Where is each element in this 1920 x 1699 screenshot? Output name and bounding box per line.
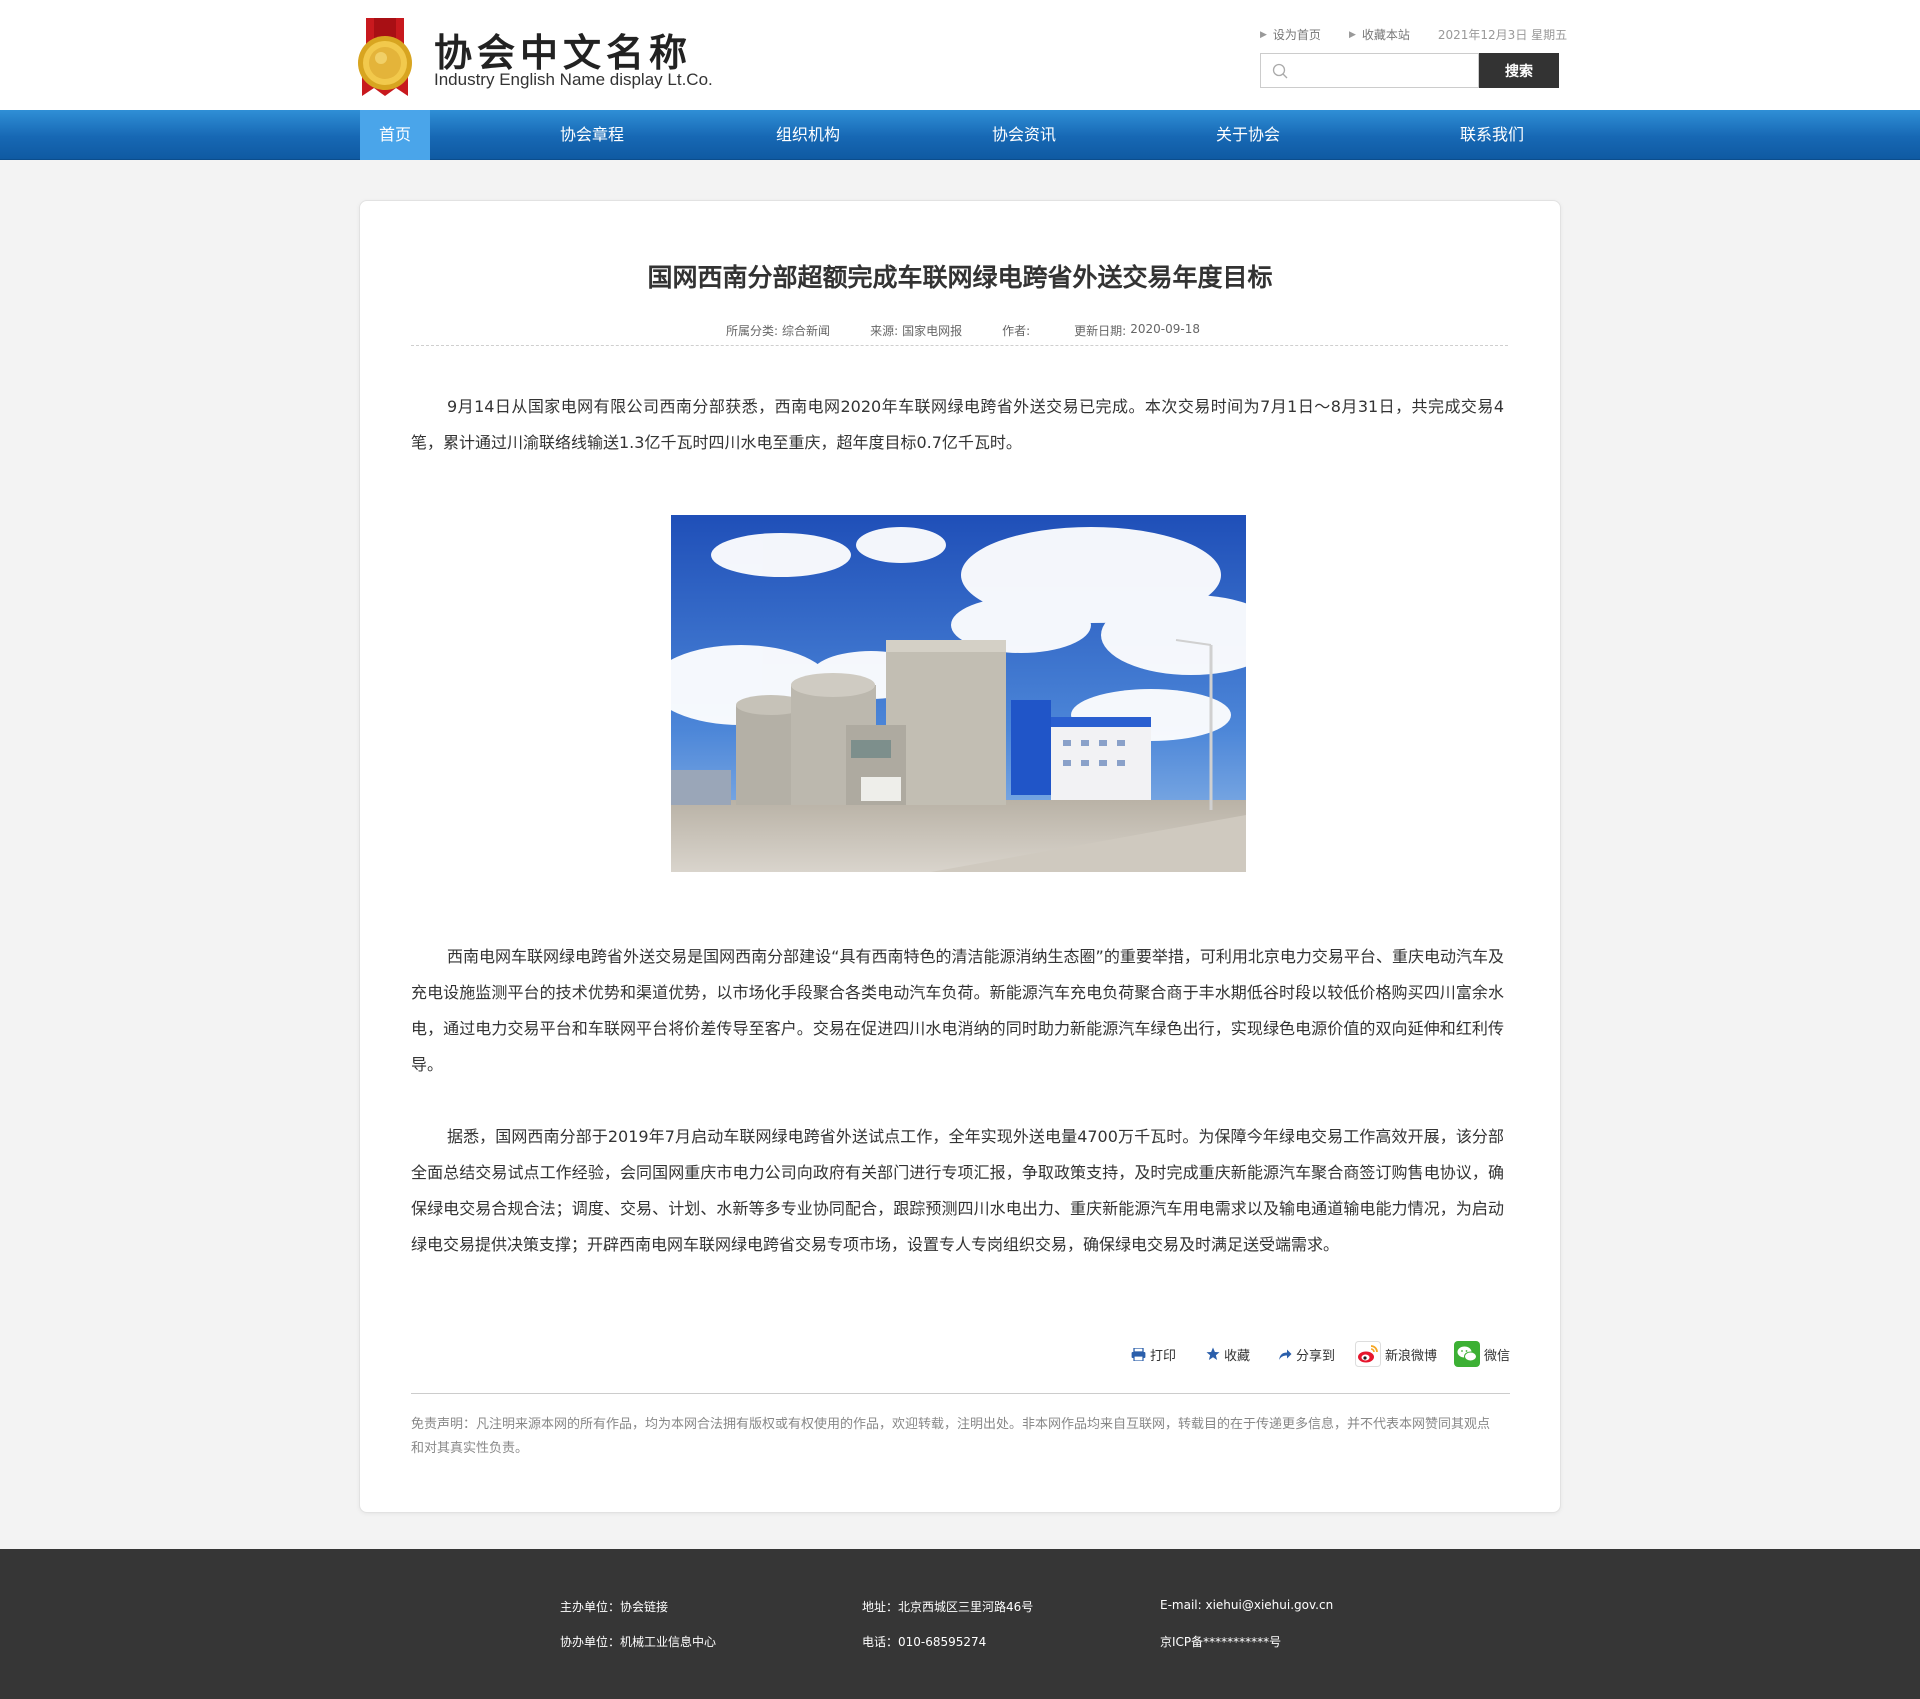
article-meta: 所属分类: 综合新闻 来源: 国家电网报 作者: 更新日期: 2020-09-1… (726, 322, 1240, 339)
site-title-en: Industry English Name display Lt.Co. (434, 70, 713, 89)
meta-category-value: 综合新闻 (782, 324, 831, 338)
site-footer: 主办单位：协会链接 协办单位：机械工业信息中心 地址：北京西城区三里河路46号 … (0, 1549, 1920, 1699)
nav-item-home[interactable]: 首页 (360, 110, 430, 160)
disclaimer-divider (411, 1393, 1510, 1394)
bookmark-site-link[interactable]: ▶ 收藏本站 (1349, 26, 1410, 43)
article-title: 国网西南分部超额完成车联网绿电跨省外送交易年度目标 (647, 263, 1273, 292)
wechat-icon (1454, 1341, 1480, 1367)
meta-source-label: 来源: (870, 324, 899, 338)
article-photo (671, 515, 1246, 872)
meta-category-label: 所属分类: (726, 324, 779, 338)
main-nav: 首页 协会章程 组织机构 协会资讯 关于协会 联系我们 (0, 110, 1920, 160)
bookmark-site-label: 收藏本站 (1361, 28, 1410, 42)
top-links: ▶ 设为首页 ▶ 收藏本站 2021年12月3日 星期五 (1260, 26, 1567, 43)
article-paragraph-1: 9月14日从国家电网有限公司西南分部获悉，西南电网2020年车联网绿电跨省外送交… (411, 397, 1504, 452)
nav-item-contact[interactable]: 联系我们 (1442, 110, 1542, 160)
meta-category: 所属分类: 综合新闻 (726, 322, 830, 339)
current-date: 2021年12月3日 星期五 (1437, 28, 1568, 42)
share-arrow-icon (1279, 1349, 1292, 1360)
favorite-button[interactable]: 收藏 (1206, 1341, 1250, 1367)
meta-date-value: 2020-09-18 (1130, 322, 1200, 336)
nav-item-about[interactable]: 关于协会 (1198, 110, 1298, 160)
wechat-share-button[interactable]: 微信 (1454, 1341, 1510, 1367)
share-to-button[interactable]: 分享到 (1278, 1341, 1335, 1367)
nav-item-organization[interactable]: 组织机构 (758, 110, 858, 160)
star-icon (1206, 1347, 1220, 1360)
triangle-right-icon: ▶ (1348, 29, 1356, 40)
meta-date: 更新日期: 2020-09-18 (1074, 322, 1200, 339)
footer-email[interactable]: E-mail: xiehui@xiehui.gov.cn (1160, 1598, 1333, 1612)
meta-date-label: 更新日期: (1074, 324, 1127, 338)
footer-host: 主办单位：协会链接 (560, 1600, 669, 1614)
triangle-right-icon: ▶ (1260, 29, 1267, 40)
article-paragraph-2: 西南电网车联网绿电跨省外送交易是国网西南分部建设“具有西南特色的清洁能源消纳生态… (411, 947, 1504, 1074)
weibo-share-button[interactable]: 新浪微博 (1355, 1341, 1437, 1367)
nav-item-charter[interactable]: 协会章程 (542, 110, 642, 160)
article-paragraph-3: 据悉，国网西南分部于2019年7月启动车联网绿电跨省外送试点工作，全年实现外送电… (411, 1127, 1504, 1254)
print-label: 打印 (1150, 1348, 1177, 1364)
weibo-label: 新浪微博 (1385, 1348, 1438, 1364)
favorite-label: 收藏 (1224, 1348, 1251, 1364)
search-box (1260, 53, 1479, 88)
footer-phone: 电话：010-68595274 (862, 1635, 987, 1649)
wechat-label: 微信 (1484, 1348, 1511, 1364)
set-homepage-label: 设为首页 (1272, 28, 1321, 42)
set-homepage-link[interactable]: ▶ 设为首页 (1260, 26, 1321, 43)
meta-source-value: 国家电网报 (902, 324, 963, 338)
footer-cohost: 协办单位：机械工业信息中心 (560, 1635, 717, 1649)
site-header: 协会中文名称 Industry English Name display Lt.… (0, 0, 1920, 110)
footer-icp: 京ICP备***********号 (1160, 1635, 1282, 1649)
disclaimer-text: 免责声明：凡注明来源本网的所有作品，均为本网合法拥有版权或有权使用的作品，欢迎转… (411, 1417, 1491, 1456)
meta-author-label: 作者: (1002, 324, 1031, 338)
meta-author: 作者: (1002, 322, 1034, 339)
printer-icon (1131, 1347, 1146, 1361)
share-to-label: 分享到 (1296, 1348, 1336, 1364)
search-input[interactable] (1297, 54, 1477, 87)
meta-divider (411, 345, 1508, 346)
search-icon (1272, 63, 1288, 79)
footer-address: 地址：北京西城区三里河路46号 (862, 1600, 1034, 1614)
print-button[interactable]: 打印 (1131, 1341, 1176, 1367)
weibo-icon (1355, 1341, 1381, 1367)
nav-item-news[interactable]: 协会资讯 (974, 110, 1074, 160)
meta-source: 来源: 国家电网报 (870, 322, 962, 339)
site-title-cn: 协会中文名称 (434, 30, 693, 75)
medal-logo-icon (358, 18, 412, 96)
search-button[interactable]: 搜索 (1479, 53, 1559, 88)
